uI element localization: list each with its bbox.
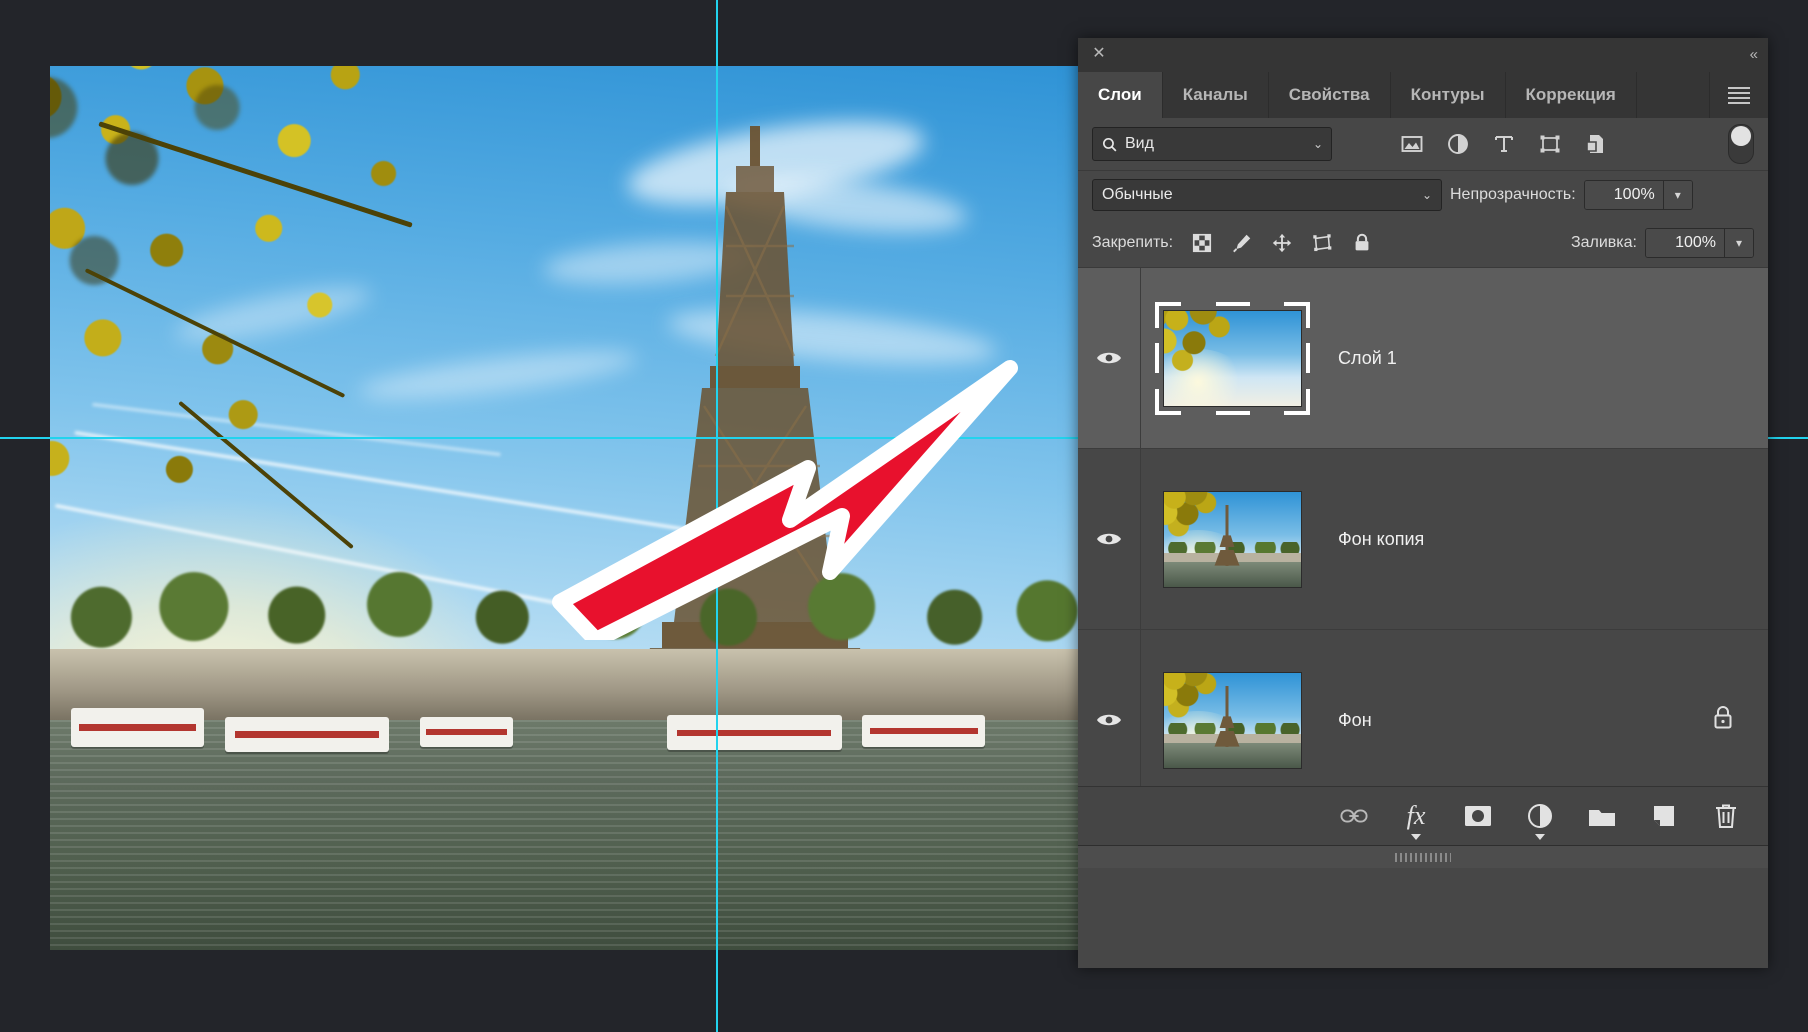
search-icon [1102, 137, 1117, 151]
link-layers-icon[interactable] [1340, 802, 1368, 830]
opacity-field[interactable]: 100% ▾ [1583, 180, 1693, 210]
layer-visibility-toggle[interactable] [1078, 630, 1141, 786]
lock-icon-group [1191, 232, 1373, 254]
eye-icon [1097, 533, 1121, 545]
chevron-down-icon: ⌄ [1312, 137, 1323, 151]
panel-footer [1078, 868, 1768, 882]
collapse-panel-icon[interactable]: « [1750, 46, 1758, 63]
pixel-layer-filter-icon[interactable] [1400, 132, 1424, 156]
smart-object-filter-icon[interactable] [1584, 132, 1608, 156]
blend-mode-select[interactable]: Обычные ⌄ [1092, 179, 1442, 211]
lock-image-pixels-icon[interactable] [1231, 232, 1253, 254]
boat [420, 716, 513, 747]
fill-label: Заливка: [1570, 234, 1637, 251]
panel-bottom-toolbar: fx [1078, 786, 1768, 845]
fill-value[interactable]: 100% [1646, 229, 1724, 257]
layer-thumbnail[interactable] [1163, 671, 1302, 769]
layer-thumbnail-wrap[interactable] [1155, 301, 1310, 415]
treeline [50, 543, 1078, 650]
lock-label: Закрепить: [1092, 234, 1174, 251]
boat [224, 716, 390, 752]
lock-artboard-nesting-icon[interactable] [1311, 232, 1333, 254]
lock-transparent-pixels-icon[interactable] [1191, 232, 1213, 254]
panel-menu-button[interactable] [1709, 72, 1768, 118]
filter-type-select[interactable]: Вид ⌄ [1092, 127, 1332, 161]
fill-dropdown-icon[interactable]: ▾ [1724, 229, 1753, 257]
river-seine [50, 720, 1078, 950]
tab-properties[interactable]: Свойства [1269, 72, 1391, 118]
fx-dropdown-caret[interactable] [1411, 834, 1421, 840]
panel-resize-grip[interactable] [1078, 845, 1768, 868]
blend-mode-row: Обычные ⌄ Непрозрачность: 100% ▾ [1078, 171, 1768, 219]
layer-thumbnail-wrap[interactable] [1163, 490, 1302, 588]
add-layer-mask-icon[interactable] [1464, 802, 1492, 830]
layer-name[interactable]: Слой 1 [1338, 348, 1397, 369]
layer-style-fx-icon[interactable]: fx [1402, 801, 1430, 840]
opacity-label: Непрозрачность: [1450, 186, 1576, 203]
fx-label: fx [1406, 801, 1426, 830]
table-row[interactable]: Слой 1 [1078, 268, 1768, 449]
boat [666, 714, 842, 751]
layer-list[interactable]: Слой 1 Фон копия Фон [1078, 268, 1768, 786]
close-icon[interactable]: ✕ [1090, 45, 1108, 63]
guide-vertical[interactable] [716, 0, 718, 1032]
filter-kind-icons [1400, 132, 1608, 156]
layer-name[interactable]: Фон копия [1338, 529, 1424, 550]
eye-icon [1097, 714, 1121, 726]
layer-thumbnail-wrap[interactable] [1163, 671, 1302, 769]
opacity-dropdown-icon[interactable]: ▾ [1662, 181, 1692, 209]
new-adjustment-layer-icon[interactable] [1526, 802, 1554, 840]
filter-type-label: Вид [1125, 135, 1154, 152]
adjustment-dropdown-caret[interactable] [1535, 834, 1545, 840]
boat [70, 707, 205, 747]
boat [862, 714, 986, 747]
opacity-value[interactable]: 100% [1584, 181, 1663, 209]
chevron-down-icon: ⌄ [1421, 188, 1432, 202]
panel-tabs: Слои Каналы Свойства Контуры Коррекция [1078, 72, 1768, 118]
tab-adjustments[interactable]: Коррекция [1506, 72, 1637, 118]
document-canvas[interactable] [50, 66, 1078, 950]
layers-panel[interactable]: ✕ « Слои Каналы Свойства Контуры Коррекц… [1078, 38, 1768, 968]
lock-row: Закрепить: Заливка: 100% ▾ [1078, 219, 1768, 268]
layer-thumbnail[interactable] [1163, 309, 1302, 407]
table-row[interactable]: Фон копия [1078, 449, 1768, 630]
canvas-image [50, 66, 1078, 950]
layer-locked-icon [1712, 705, 1734, 736]
shape-layer-filter-icon[interactable] [1538, 132, 1562, 156]
layer-visibility-toggle[interactable] [1078, 449, 1141, 629]
lock-all-icon[interactable] [1351, 232, 1373, 254]
panel-titlebar: ✕ « [1078, 38, 1768, 72]
tab-paths[interactable]: Контуры [1391, 72, 1506, 118]
photoshop-workspace: ✕ « Слои Каналы Свойства Контуры Коррекц… [0, 0, 1808, 1032]
layer-thumbnail[interactable] [1163, 490, 1302, 588]
fill-field[interactable]: 100% ▾ [1645, 228, 1754, 258]
eye-icon [1097, 352, 1121, 364]
tab-layers[interactable]: Слои [1078, 72, 1163, 118]
new-layer-icon[interactable] [1650, 802, 1678, 830]
adjustment-layer-filter-icon[interactable] [1446, 132, 1470, 156]
hamburger-icon [1728, 84, 1750, 107]
tab-channels[interactable]: Каналы [1163, 72, 1269, 118]
type-layer-filter-icon[interactable] [1492, 132, 1516, 156]
delete-layer-icon[interactable] [1712, 802, 1740, 830]
layer-visibility-toggle[interactable] [1078, 268, 1141, 448]
blend-mode-value: Обычные [1102, 186, 1173, 203]
new-group-icon[interactable] [1588, 802, 1616, 830]
embankment [50, 649, 1078, 721]
lock-position-icon[interactable] [1271, 232, 1293, 254]
filter-enable-toggle[interactable] [1728, 124, 1754, 164]
layer-filter-row: Вид ⌄ [1078, 118, 1768, 171]
layer-name[interactable]: Фон [1338, 710, 1372, 731]
table-row[interactable]: Фон [1078, 630, 1768, 786]
